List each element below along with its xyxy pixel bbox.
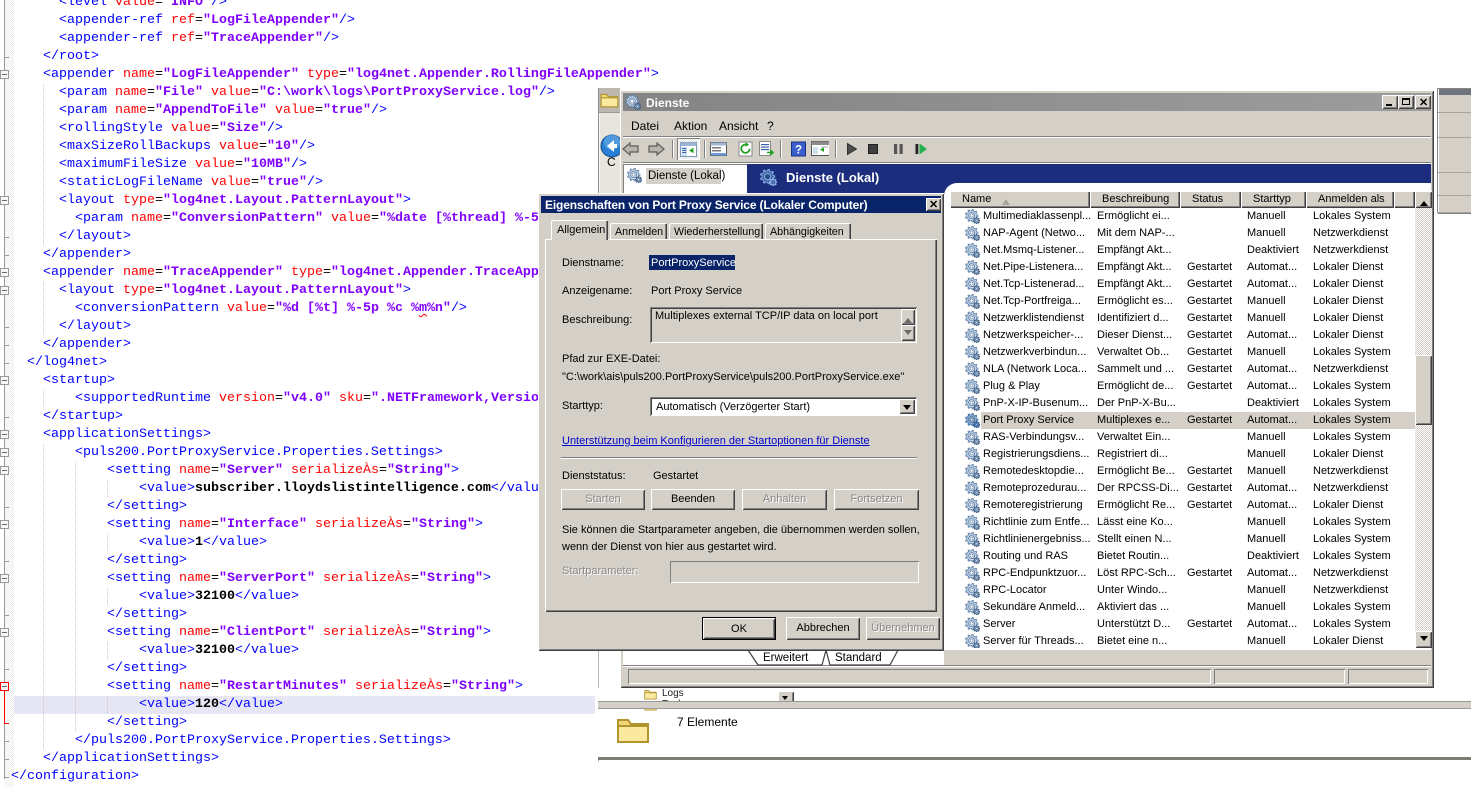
svg-text:?: ?: [795, 145, 802, 157]
